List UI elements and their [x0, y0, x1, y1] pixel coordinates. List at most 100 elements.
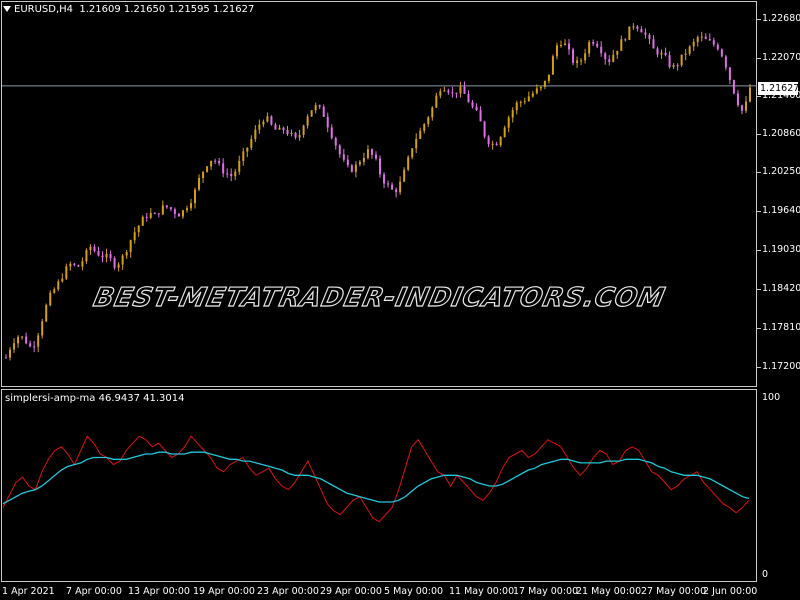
date-axis-label: 21 May 00:00: [576, 586, 642, 597]
candle-body: [274, 124, 277, 130]
candle-body: [668, 55, 671, 67]
candle-body: [411, 148, 414, 158]
candle-body: [495, 143, 498, 146]
candle-body: [491, 143, 494, 145]
candle-body: [696, 37, 699, 42]
candle-body: [334, 138, 337, 146]
candle-body: [210, 160, 213, 167]
candle-body: [242, 151, 245, 161]
candle-body: [226, 173, 229, 175]
date-axis-label: 23 Apr 00:00: [257, 586, 319, 597]
candle-body: [744, 101, 747, 111]
candle-body: [270, 116, 273, 125]
candle-body: [202, 171, 205, 178]
candle-body: [644, 32, 647, 35]
candle-body: [616, 50, 619, 55]
candle-body: [290, 132, 293, 135]
price-axis-tick: [757, 58, 761, 59]
candle-body: [459, 86, 462, 94]
candle-body: [97, 251, 100, 256]
candle-body: [9, 349, 12, 358]
candle-body: [547, 74, 550, 81]
candle-body: [302, 125, 305, 135]
candle-body: [600, 46, 603, 54]
candle-body: [708, 39, 711, 41]
candle-body: [688, 46, 691, 54]
candle-body: [632, 26, 635, 28]
watermark-text: BEST-METATRADER-INDICATORS.COM: [90, 282, 669, 313]
candle-body: [447, 90, 450, 93]
candle-body: [258, 124, 261, 130]
candle-body: [366, 149, 369, 158]
candle-body: [173, 209, 176, 214]
candle-body: [298, 134, 301, 138]
candle-body: [419, 130, 422, 139]
candle-body: [720, 49, 723, 57]
candle-body: [636, 26, 639, 29]
candle-body: [346, 159, 349, 166]
candle-body: [234, 171, 237, 177]
price-axis-tick: [757, 172, 761, 173]
candle-body: [427, 117, 430, 125]
candle-body: [117, 264, 120, 268]
candle-body: [467, 93, 470, 103]
candle-body: [624, 39, 627, 41]
date-axis-label: 7 Apr 00:00: [66, 586, 122, 597]
candle-body: [53, 289, 56, 293]
candle-body: [499, 136, 502, 146]
candle-body: [141, 216, 144, 226]
candle-body: [535, 88, 538, 94]
candle-body: [628, 26, 631, 40]
candle-body: [145, 216, 148, 218]
candle-body: [568, 43, 571, 50]
candle-body: [149, 213, 152, 218]
candle-body: [133, 232, 136, 241]
price-axis-tick: [757, 19, 761, 20]
candle-body: [194, 189, 197, 204]
candle-body: [374, 154, 377, 159]
candle-body: [358, 161, 361, 165]
candle-body: [17, 336, 20, 344]
candle-body: [732, 80, 735, 94]
candle-body: [407, 157, 410, 170]
price-axis-label: 1.20250: [762, 166, 800, 177]
candle-body: [712, 40, 715, 45]
price-axis-label: 1.18420: [762, 283, 800, 294]
candle-body: [539, 86, 542, 89]
date-axis-label: 19 Apr 00:00: [193, 586, 255, 597]
candle-body: [318, 105, 321, 107]
price-axis-tick: [757, 96, 761, 97]
date-axis-label: 1 Apr 2021: [2, 586, 55, 597]
candle-body: [65, 266, 68, 279]
candle-body: [479, 110, 482, 122]
candle-body: [189, 203, 192, 209]
candle-body: [728, 67, 731, 81]
candle-body: [282, 127, 285, 131]
candle-body: [596, 43, 599, 47]
candle-body: [109, 254, 112, 259]
date-axis-label: 2 Jun 00:00: [703, 586, 758, 597]
candle-body: [576, 60, 579, 63]
candle-body: [41, 321, 44, 336]
candle-body: [612, 54, 615, 62]
candle-body: [463, 86, 466, 94]
candle-body: [218, 160, 221, 164]
price-axis-tick: [757, 211, 761, 212]
candle-body: [77, 265, 80, 267]
candle-body: [362, 157, 365, 162]
candle-body: [105, 254, 108, 258]
candle-body: [431, 107, 434, 118]
candle-body: [230, 173, 233, 177]
candle-body: [29, 343, 32, 347]
candle-body: [749, 87, 751, 102]
candle-body: [85, 250, 88, 262]
candle-body: [572, 49, 575, 63]
candle-body: [322, 106, 325, 117]
candle-body: [555, 45, 558, 57]
candle-body: [246, 147, 249, 152]
candle-body: [25, 336, 28, 344]
candle-body: [531, 93, 534, 97]
candle-body: [559, 45, 562, 47]
candle-body: [13, 343, 16, 350]
candle-body: [543, 80, 546, 87]
